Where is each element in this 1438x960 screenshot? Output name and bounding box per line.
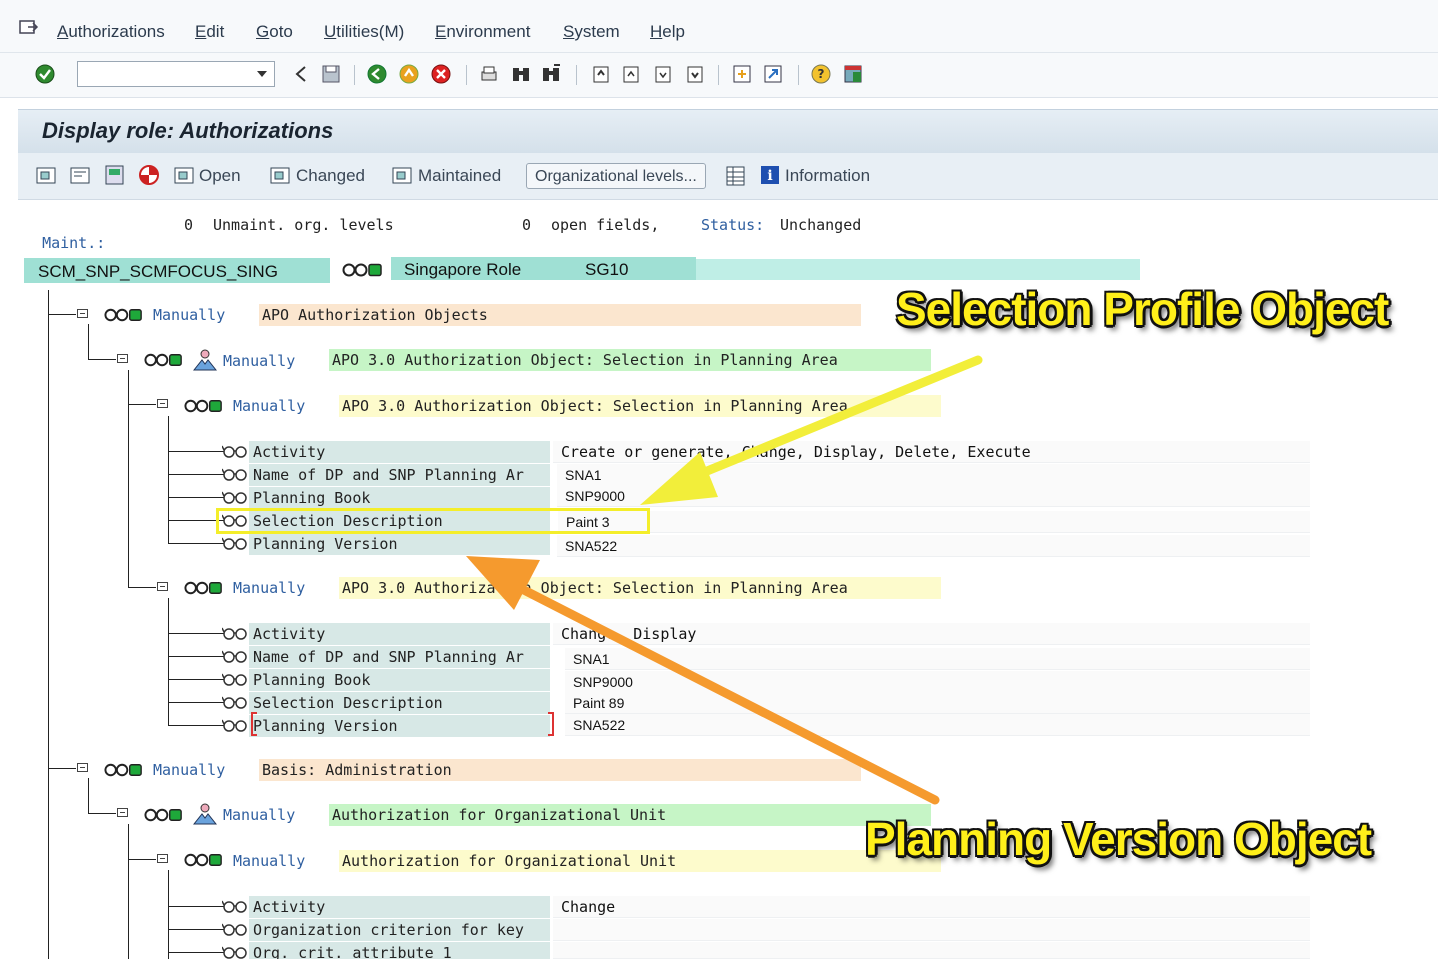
yellow-arrow (640, 355, 983, 505)
orange-arrow (466, 556, 940, 805)
selection-profile-callout: Selection Profile Object (896, 283, 1389, 335)
planning-version-callout: Planning Version Object (865, 813, 1372, 865)
